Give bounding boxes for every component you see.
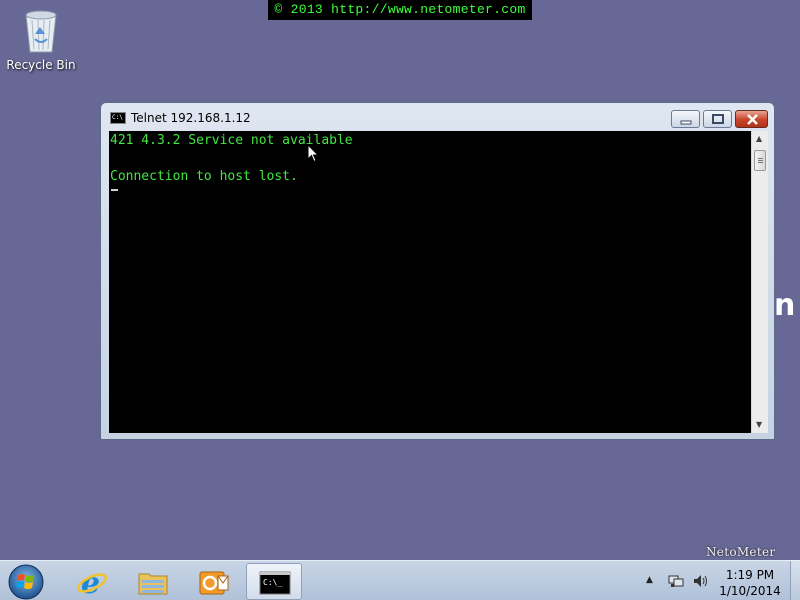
scroll-up-arrow-icon[interactable]: ▲ xyxy=(756,134,762,144)
mouse-pointer-icon xyxy=(307,144,319,163)
window-title: Telnet 192.168.1.12 xyxy=(131,111,251,125)
folder-icon xyxy=(138,573,168,595)
maximize-icon xyxy=(712,114,724,124)
vertical-scrollbar[interactable]: ▲ ▼ xyxy=(751,131,768,433)
windows-logo-icon xyxy=(8,564,44,600)
window-titlebar[interactable]: C:\ Telnet 192.168.1.12 xyxy=(101,103,774,131)
command-prompt-icon: C:\ xyxy=(110,112,126,124)
scroll-down-arrow-icon[interactable]: ▼ xyxy=(756,420,762,430)
show-desktop-button[interactable] xyxy=(790,561,800,600)
wallpaper-glyph: n xyxy=(774,288,796,323)
taskbar: e C:\_ ▲ 1:19 PM 1/10/2014 xyxy=(0,560,800,600)
taskbar-outlook[interactable] xyxy=(186,563,242,600)
show-hidden-icons-arrow-icon[interactable]: ▲ xyxy=(646,575,653,585)
command-prompt-icon: C:\_ xyxy=(259,571,291,595)
network-icon[interactable] xyxy=(668,573,684,589)
maximize-button[interactable] xyxy=(703,110,732,128)
start-button[interactable] xyxy=(6,562,46,600)
system-clock[interactable]: 1:19 PM 1/10/2014 xyxy=(712,567,788,599)
desktop-icon-recycle-bin[interactable]: Recycle Bin xyxy=(6,6,76,72)
taskbar-internet-explorer[interactable]: e xyxy=(64,563,120,600)
scrollbar-thumb[interactable] xyxy=(754,150,766,171)
taskbar-windows-explorer[interactable] xyxy=(125,563,181,600)
netometer-watermark: NetoMeter xyxy=(706,545,776,559)
recycle-bin-icon xyxy=(25,10,57,53)
outlook-icon xyxy=(199,571,229,595)
clock-date: 1/10/2014 xyxy=(719,584,781,598)
minimize-button[interactable] xyxy=(671,110,700,128)
close-button[interactable] xyxy=(735,110,768,128)
copyright-banner: © 2013 http://www.netometer.com xyxy=(268,0,532,20)
console-output[interactable]: 421 4.3.2 Service not available Connecti… xyxy=(109,131,751,433)
close-icon xyxy=(747,114,758,125)
console-line: Connection to host lost. xyxy=(110,169,298,184)
recycle-bin-label: Recycle Bin xyxy=(6,58,76,72)
minimize-icon xyxy=(680,120,692,125)
taskbar-telnet[interactable]: C:\_ xyxy=(246,563,302,600)
clock-time: 1:19 PM xyxy=(725,568,775,582)
svg-text:C:\_: C:\_ xyxy=(263,578,282,587)
text-cursor xyxy=(111,189,118,191)
telnet-window[interactable]: C:\ Telnet 192.168.1.12 421 4.3.2 Servic… xyxy=(100,102,775,440)
volume-icon[interactable] xyxy=(692,573,708,589)
internet-explorer-icon: e xyxy=(76,566,108,598)
